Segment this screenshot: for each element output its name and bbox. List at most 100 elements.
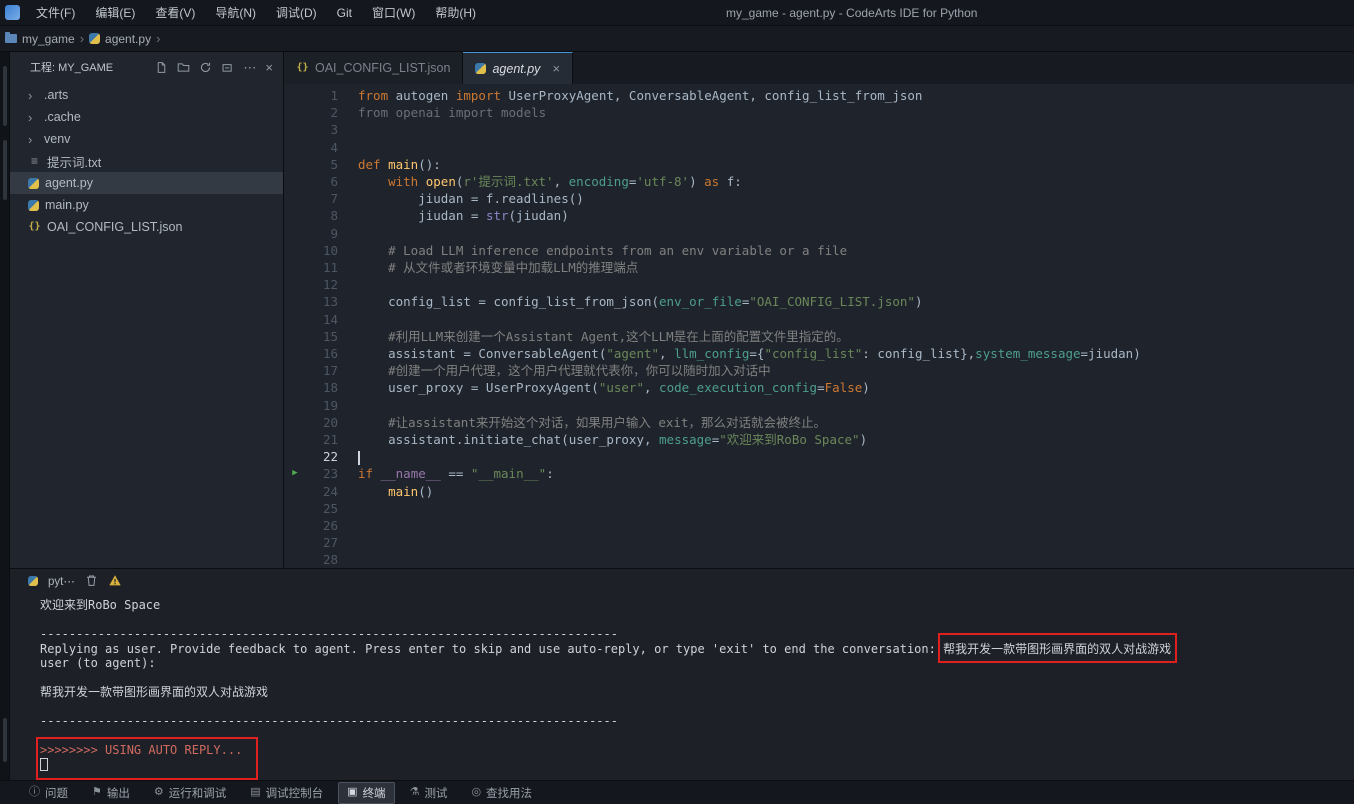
menu-item[interactable]: 导航(N) <box>205 0 266 26</box>
warning-icon[interactable] <box>108 574 122 587</box>
code-line[interactable]: 22 <box>284 448 1354 465</box>
py-file-icon <box>475 63 486 74</box>
menu-item[interactable]: 查看(V) <box>145 0 205 26</box>
terminal-output[interactable]: 欢迎来到RoBo Space--------------------------… <box>10 592 1354 780</box>
code-line[interactable]: 10 # Load LLM inference endpoints from a… <box>284 242 1354 259</box>
gutter-space <box>284 173 306 190</box>
code-line[interactable]: 7 jiudan = f.readlines() <box>284 190 1354 207</box>
panel-tab-icon: ⓘ <box>29 787 40 798</box>
tree-item[interactable]: ›.arts <box>10 84 283 106</box>
panel-tab[interactable]: ▤调试控制台 <box>241 782 332 804</box>
menu-item[interactable]: 调试(D) <box>266 0 327 26</box>
gutter: 8 <box>284 207 358 224</box>
python-file-icon <box>28 576 38 586</box>
menu-bar: 文件(F)编辑(E)查看(V)导航(N)调试(D)Git窗口(W)帮助(H) m… <box>0 0 1354 26</box>
code-line[interactable]: 8 jiudan = str(jiudan) <box>284 207 1354 224</box>
code-line[interactable]: 5def main(): <box>284 156 1354 173</box>
new-file-icon[interactable] <box>155 61 168 74</box>
menu-item[interactable]: 编辑(E) <box>85 0 145 26</box>
gutter-space <box>284 190 306 207</box>
code-line[interactable]: 14 <box>284 311 1354 328</box>
gutter-space <box>284 87 306 104</box>
code-line[interactable]: 15 #利用LLM来创建一个Assistant Agent,这个LLM是在上面的… <box>284 328 1354 345</box>
gutter-space <box>284 397 306 414</box>
terminal-header: pyt⋯ <box>10 568 1354 592</box>
code-line[interactable]: 2from openai import models <box>284 104 1354 121</box>
code-text: assistant.initiate_chat(user_proxy, mess… <box>358 431 867 448</box>
gutter: 15 <box>284 328 358 345</box>
line-number: 19 <box>306 397 338 414</box>
code-text: def main(): <box>358 156 441 173</box>
panel-tab[interactable]: ◎查找用法 <box>462 782 541 804</box>
kill-terminal-icon[interactable] <box>85 574 98 587</box>
code-line[interactable]: 21 assistant.initiate_chat(user_proxy, m… <box>284 431 1354 448</box>
panel-tab[interactable]: ⚑输出 <box>83 782 139 804</box>
line-number: 15 <box>306 328 338 345</box>
tree-item[interactable]: agent.py <box>10 172 283 194</box>
tree-item[interactable]: main.py <box>10 194 283 216</box>
gutter-space <box>284 104 306 121</box>
menu-item[interactable]: Git <box>327 0 362 26</box>
code-line[interactable]: 11 # 从文件或者环境变量中加载LLM的推理端点 <box>284 259 1354 276</box>
menu-item[interactable]: 窗口(W) <box>362 0 425 26</box>
panel-tab[interactable]: ⚙运行和调试 <box>145 782 235 804</box>
code-line[interactable]: 19 <box>284 397 1354 414</box>
gutter: 6 <box>284 173 358 190</box>
code-editor[interactable]: 1from autogen import UserProxyAgent, Con… <box>284 84 1354 568</box>
line-number: 27 <box>306 534 338 551</box>
refresh-icon[interactable] <box>199 61 212 74</box>
gutter-space <box>284 534 306 551</box>
more-actions-icon[interactable]: ⋯ <box>243 61 256 74</box>
tree-item[interactable]: ≡提示词.txt <box>10 150 283 172</box>
code-line[interactable]: 24 main() <box>284 483 1354 500</box>
close-icon[interactable]: × <box>552 61 560 76</box>
panel-tab-label: 运行和调试 <box>169 785 227 801</box>
terminal-cursor <box>40 758 48 771</box>
panel-tab-label: 问题 <box>45 785 68 801</box>
code-line[interactable]: 12 <box>284 276 1354 293</box>
menu-item[interactable]: 文件(F) <box>26 0 85 26</box>
gutter: 4 <box>284 139 358 156</box>
tree-item[interactable]: ›venv <box>10 128 283 150</box>
tree-item[interactable]: {}OAI_CONFIG_LIST.json <box>10 216 283 238</box>
run-marker-icon[interactable]: ▶ <box>284 465 306 482</box>
code-line[interactable]: 18 user_proxy = UserProxyAgent("user", c… <box>284 379 1354 396</box>
code-line[interactable]: 13 config_list = config_list_from_json(e… <box>284 293 1354 310</box>
gutter: 19 <box>284 397 358 414</box>
tree-item[interactable]: ›.cache <box>10 106 283 128</box>
code-line[interactable]: 16 assistant = ConversableAgent("agent",… <box>284 345 1354 362</box>
code-line[interactable]: 6 with open(r'提示词.txt', encoding='utf-8'… <box>284 173 1354 190</box>
gutter-space <box>284 225 306 242</box>
code-line[interactable]: 17 #创建一个用户代理，这个用户代理就代表你，你可以随时加入对话中 <box>284 362 1354 379</box>
panel-tab[interactable]: ⓘ 问题 <box>20 782 77 804</box>
code-line[interactable]: 25 <box>284 500 1354 517</box>
collapse-all-icon[interactable] <box>221 61 234 74</box>
chevron-right-icon: › <box>28 132 38 147</box>
terminal-tab[interactable]: pyt⋯ <box>48 574 75 588</box>
new-folder-icon[interactable] <box>177 61 190 74</box>
code-line[interactable]: ▶23if __name__ == "__main__": <box>284 465 1354 482</box>
code-line[interactable]: 20 #让assistant来开始这个对话，如果用户输入 exit，那么对话就会… <box>284 414 1354 431</box>
code-line[interactable]: 1from autogen import UserProxyAgent, Con… <box>284 87 1354 104</box>
menu-item[interactable]: 帮助(H) <box>425 0 486 26</box>
code-line[interactable]: 4 <box>284 139 1354 156</box>
code-line[interactable]: 28 <box>284 551 1354 568</box>
code-line[interactable]: 27 <box>284 534 1354 551</box>
code-line[interactable]: 26 <box>284 517 1354 534</box>
code-line[interactable]: 9 <box>284 225 1354 242</box>
panel-tab-label: 查找用法 <box>486 785 532 801</box>
editor-tab[interactable]: {}OAI_CONFIG_LIST.json <box>284 52 463 84</box>
gutter: 12 <box>284 276 358 293</box>
gutter: 7 <box>284 190 358 207</box>
panel-tab[interactable]: ▣终端 <box>338 782 394 804</box>
tab-label: OAI_CONFIG_LIST.json <box>315 61 450 75</box>
editor-tab[interactable]: agent.py× <box>463 52 573 84</box>
panel-tab[interactable]: ⚗测试 <box>401 782 457 804</box>
code-line[interactable]: 3 <box>284 121 1354 138</box>
line-number: 9 <box>306 225 338 242</box>
breadcrumb-file[interactable]: agent.py <box>105 32 151 46</box>
close-panel-icon[interactable]: × <box>265 61 273 74</box>
file-tree: ›.arts›.cache›venv≡提示词.txtagent.pymain.p… <box>10 82 283 238</box>
gutter: 18 <box>284 379 358 396</box>
breadcrumb-project[interactable]: my_game <box>22 32 75 46</box>
